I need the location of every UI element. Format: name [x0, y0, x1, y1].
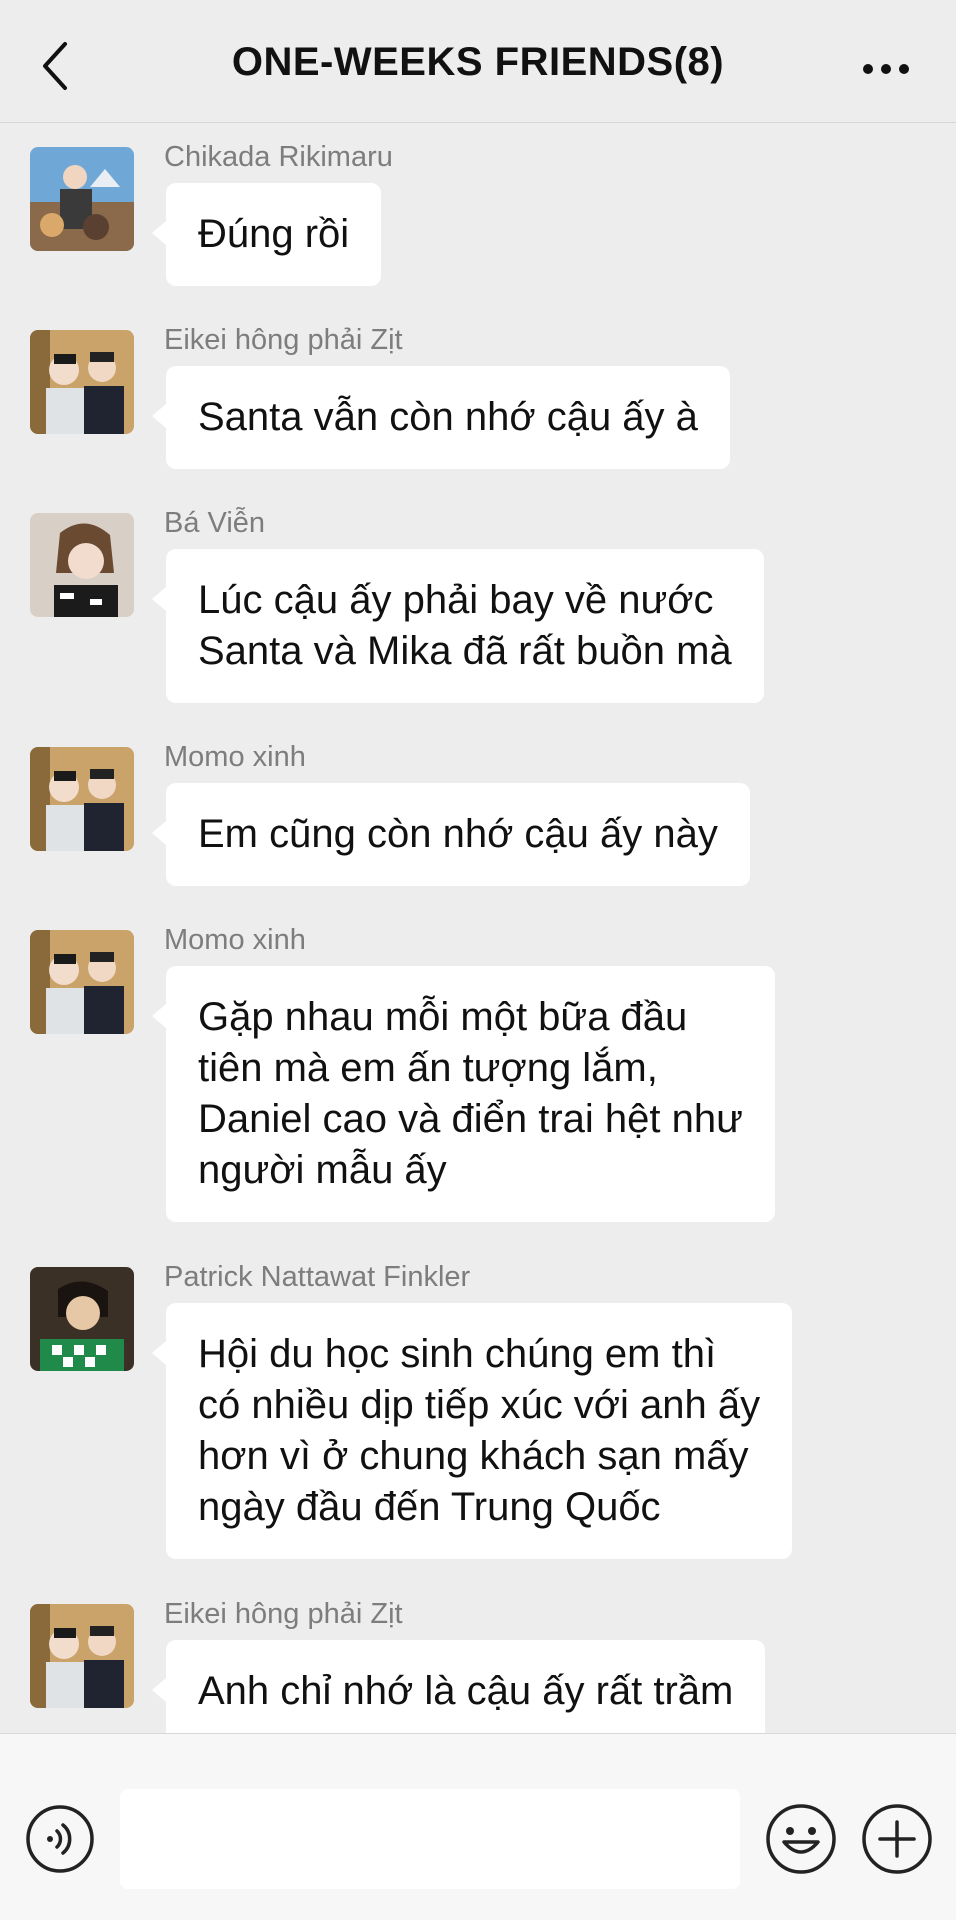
message-text: Đúng rồi [198, 212, 350, 256]
more-button[interactable] [856, 44, 916, 94]
sender-name: Patrick Nattawat Finkler [164, 1261, 471, 1293]
sender-name: Momo xinh [164, 924, 306, 956]
plus-button[interactable] [860, 1802, 934, 1876]
avatar-photo [30, 1604, 134, 1708]
message-text: có nhiều dịp tiếp xúc với anh ấy [198, 1383, 761, 1427]
avatar[interactable] [30, 513, 134, 617]
avatar-photo [30, 747, 134, 851]
chat-screen: ONE-WEEKS FRIENDS(8) Chikada Rikimaru Đú… [0, 0, 956, 1920]
sender-name: Chikada Rikimaru [164, 141, 393, 173]
message-text: Em cũng còn nhớ cậu ấy này [198, 812, 718, 856]
message-input[interactable] [120, 1789, 740, 1889]
message-bubble[interactable]: Gặp nhau mỗi một bữa đầu tiên mà em ấn t… [152, 966, 775, 1222]
input-bar [0, 1733, 956, 1920]
message-text: Lúc cậu ấy phải bay về nước [198, 578, 714, 622]
avatar-photo [30, 930, 134, 1034]
sender-name: Eikei hông phải Zịt [164, 1598, 403, 1630]
message-text: Santa vẫn còn nhớ cậu ấy à [198, 395, 698, 439]
message-bubble[interactable]: Em cũng còn nhớ cậu ấy này [152, 783, 750, 886]
message-text: hơn vì ở chung khách sạn mấy [198, 1434, 749, 1478]
avatar[interactable] [30, 930, 134, 1034]
message-text: người mẫu ấy [198, 1148, 447, 1192]
sender-name: Bá Viễn [164, 507, 266, 539]
chevron-left-icon [43, 42, 67, 90]
message-bubble[interactable]: Hội du học sinh chúng em thì có nhiều dị… [151, 1303, 793, 1559]
sender-name: Momo xinh [164, 741, 306, 773]
message-text: Hội du học sinh chúng em thì [198, 1332, 717, 1376]
message-text: Daniel cao và điển trai hệt như [198, 1097, 743, 1141]
chat-header: ONE-WEEKS FRIENDS(8) [0, 0, 956, 123]
emoji-icon [766, 1804, 836, 1874]
voice-icon [26, 1805, 94, 1873]
message-bubble[interactable]: Lúc cậu ấy phải bay về nước Santa và Mik… [152, 549, 764, 703]
avatar-photo [30, 330, 134, 434]
ellipsis-icon [863, 64, 909, 74]
message-text: tiên mà em ấn tượng lắm, [198, 1046, 658, 1090]
voice-button[interactable] [25, 1804, 95, 1874]
emoji-button[interactable] [764, 1802, 838, 1876]
avatar[interactable] [30, 330, 134, 434]
message-bubble[interactable]: Đúng rồi [151, 183, 382, 286]
avatar[interactable] [30, 1604, 134, 1708]
avatar[interactable] [30, 147, 134, 251]
avatar[interactable] [30, 747, 134, 851]
message-text: Anh chỉ nhớ là cậu ấy rất trầm [198, 1669, 734, 1713]
message-list[interactable]: Chikada Rikimaru Đúng rồi Eikei hông phả… [0, 123, 956, 1733]
avatar-photo [30, 1267, 134, 1371]
avatar-photo [30, 147, 134, 251]
message-text: Santa và Mika đã rất buồn mà [198, 629, 732, 673]
avatar[interactable] [30, 1267, 134, 1371]
message-bubble[interactable]: Anh chỉ nhớ là cậu ấy rất trầm . [151, 1640, 766, 1733]
message-text: Gặp nhau mỗi một bữa đầu [198, 995, 688, 1039]
plus-icon [862, 1804, 932, 1874]
message-text: ngày đầu đến Trung Quốc [198, 1485, 661, 1529]
back-button[interactable] [30, 36, 80, 96]
chat-title: ONE-WEEKS FRIENDS(8) [231, 40, 725, 84]
message-bubble[interactable]: Santa vẫn còn nhớ cậu ấy à [152, 366, 730, 469]
avatar-photo [30, 513, 134, 617]
sender-name: Eikei hông phải Zịt [164, 324, 403, 356]
